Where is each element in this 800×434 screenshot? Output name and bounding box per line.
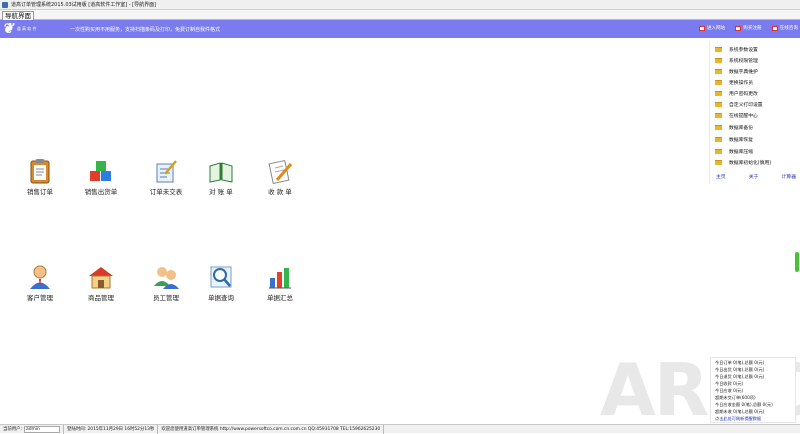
- current-user: 当前用户: admin: [0, 424, 65, 434]
- status-bar: 当前用户: admin 登陆时间: 2015年11月29日 16时52分13秒 欢…: [0, 424, 800, 434]
- welcome-message: 欢迎您使用道高订单管理系统 http://www.powersoftco.com…: [158, 424, 385, 434]
- nav-product-management[interactable]: 商品管理: [77, 264, 125, 302]
- folder-icon: [715, 136, 722, 142]
- side-item-db-init[interactable]: 数据库初始化(慎用): [715, 157, 771, 167]
- document-pen-icon: [156, 160, 177, 183]
- settings-panel: 系统参数设置 系统权限管理 数据字典维护 更换操作员 用户密码更改 自定义打印设…: [709, 41, 797, 184]
- slogan: 一次性购买用不用服务，支持扫描条码及打印，免费订制自我件格式: [70, 27, 221, 33]
- nav-sales-order[interactable]: 销售订单: [16, 158, 64, 196]
- nav-document-summary[interactable]: 单据汇总: [256, 264, 304, 302]
- folder-icon: [715, 159, 722, 165]
- folder-icon: [715, 124, 722, 130]
- folder-icon: [715, 57, 722, 63]
- side-item-change-password[interactable]: 用户密码更改: [715, 88, 758, 98]
- top-links: 进入网站 购买注册 在线咨询: [698, 25, 798, 31]
- side-item-print-settings[interactable]: 自定义打印设置: [715, 99, 763, 109]
- stat-line: 今日出货 0(笔),总额 0(元): [715, 367, 765, 372]
- stat-line: 今日订单 0(笔),总额 0(元): [715, 360, 765, 365]
- nav-employee-management[interactable]: 员工管理: [142, 264, 190, 302]
- nav-sales-delivery-label: 销售出货单: [84, 188, 118, 196]
- nav-document-query-label: 单据查询: [208, 294, 234, 302]
- tab-strip: 导航界面: [0, 10, 800, 20]
- nav-undelivered-orders[interactable]: 订单未交表: [142, 158, 190, 196]
- logo-mark-icon: ❦: [2, 21, 14, 37]
- folder-icon: [715, 101, 722, 107]
- current-user-value: admin: [24, 425, 61, 433]
- open-book-icon: [209, 162, 233, 183]
- folder-icon: [715, 46, 722, 52]
- side-item-db-restore[interactable]: 数据库恢复: [715, 134, 753, 144]
- folder-icon: [715, 68, 722, 74]
- folder-icon: [715, 90, 722, 96]
- stat-line: 今日应收金额 0(笔),总额 0(元): [715, 402, 773, 407]
- folder-icon: [715, 79, 722, 85]
- side-item-db-backup[interactable]: 数据库备份: [715, 122, 753, 132]
- side-item-permissions[interactable]: 系统权限管理: [715, 55, 758, 65]
- stat-line: 今日应收 0(元): [715, 388, 744, 393]
- stat-line: 超期未交订单(600项): [715, 395, 756, 400]
- clipboard-icon: [30, 159, 50, 184]
- header-banner: ❦ 道 高 软 件 一次性购买用不用服务，支持扫描条码及打印，免费订制自我件格式…: [0, 20, 800, 38]
- employees-icon: [154, 267, 179, 289]
- reminder-stats-panel: 今日订单 0(笔),总额 0(元) 今日出货 0(笔),总额 0(元) 今日退货…: [710, 357, 796, 423]
- home-link[interactable]: 主页: [716, 173, 726, 180]
- folder-icon: [715, 112, 722, 118]
- nav-document-summary-label: 单据汇总: [267, 294, 293, 302]
- top-link-consult[interactable]: 在线咨询: [771, 25, 798, 31]
- top-link-website[interactable]: 进入网站: [698, 25, 725, 31]
- nav-statement[interactable]: 对 账 单: [197, 158, 245, 196]
- house-icon: [89, 267, 113, 289]
- notebook-pen-icon: [268, 159, 293, 184]
- login-time: 登陆时间: 2015年11月29日 16时52分13秒: [64, 424, 159, 434]
- nav-sales-delivery[interactable]: 销售出货单: [77, 158, 125, 196]
- side-scroll-handle[interactable]: [795, 252, 799, 272]
- nav-customer-management-label: 客户管理: [27, 294, 53, 302]
- nav-receipt[interactable]: 收 款 单: [256, 158, 304, 196]
- tab-navigation[interactable]: 导航界面: [2, 11, 34, 20]
- customer-icon: [30, 265, 50, 289]
- side-item-switch-operator[interactable]: 更换操作员: [715, 77, 753, 87]
- nav-customer-management[interactable]: 客户管理: [16, 264, 64, 302]
- logo-text: 道 高 软 件: [16, 26, 37, 31]
- nav-receipt-label: 收 款 单: [268, 188, 292, 196]
- title-bar: 道高订单管理系统2015.03试用版 [道高软件工作室] - [导航界面]: [0, 0, 800, 10]
- stat-line: 超期未收 0(笔),总额 0(元): [715, 409, 765, 414]
- bar-chart-icon: [269, 268, 291, 289]
- side-item-reminder-center[interactable]: 在线提醒中心: [715, 110, 758, 120]
- folder-icon: [715, 148, 722, 154]
- side-item-db-compress[interactable]: 数据库压缩: [715, 146, 753, 156]
- stat-line: 今日退货 0(笔),总额 0(元): [715, 374, 765, 379]
- stat-line: 今日收款 0(元): [715, 381, 744, 386]
- nav-undelivered-orders-label: 订单未交表: [149, 188, 183, 196]
- nav-sales-order-label: 销售订单: [27, 188, 53, 196]
- consult-icon: [771, 25, 778, 31]
- side-item-system-params[interactable]: 系统参数设置: [715, 44, 758, 54]
- side-item-dictionary[interactable]: 数据字典维护: [715, 66, 758, 76]
- nav-document-query[interactable]: 单据查询: [197, 264, 245, 302]
- website-icon: [698, 25, 705, 31]
- side-bottom-links: 主页 关于 计算器: [716, 173, 796, 180]
- magnifier-icon: [210, 266, 232, 288]
- cubes-icon: [90, 161, 111, 181]
- register-icon: [735, 25, 742, 31]
- nav-employee-management-label: 员工管理: [153, 294, 179, 302]
- nav-statement-label: 对 账 单: [209, 188, 233, 196]
- top-link-register[interactable]: 购买注册: [735, 25, 762, 31]
- refresh-reminders-link[interactable]: 点击此处可刷新提醒数据: [715, 416, 761, 423]
- nav-product-management-label: 商品管理: [88, 294, 114, 302]
- app-icon: [2, 1, 8, 8]
- logo: ❦ 道 高 软 件: [2, 21, 60, 37]
- window-title: 道高订单管理系统2015.03试用版 [道高软件工作室] - [导航界面]: [11, 2, 157, 8]
- about-link[interactable]: 关于: [749, 173, 759, 180]
- calculator-link[interactable]: 计算器: [782, 173, 796, 180]
